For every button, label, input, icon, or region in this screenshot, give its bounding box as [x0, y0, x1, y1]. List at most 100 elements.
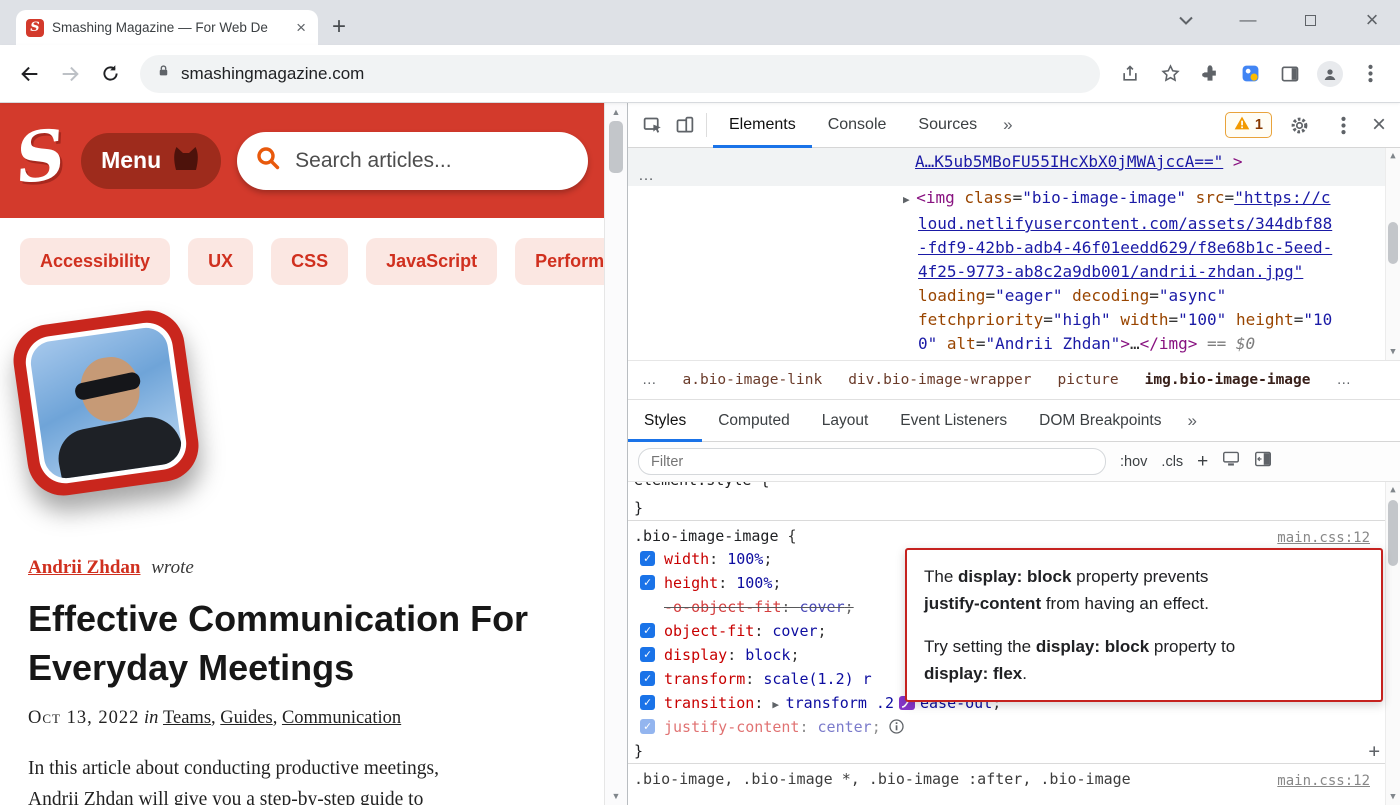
tab-computed[interactable]: Computed — [702, 400, 806, 442]
css-declaration[interactable]: height: 100%; — [664, 574, 781, 592]
add-rule-button[interactable]: + — [1369, 739, 1380, 763]
picture-close-row[interactable]: </picture> — [918, 356, 1400, 360]
property-checkbox[interactable]: ✓ — [640, 719, 655, 734]
share-icon[interactable] — [1112, 56, 1148, 92]
maximize-icon[interactable] — [1298, 8, 1322, 32]
crumb-bio-image-image[interactable]: img.bio-image-image — [1145, 372, 1311, 388]
styles-scrollbar[interactable]: ▲ ▼ — [1385, 482, 1400, 805]
tab-dom-breakpoints[interactable]: DOM Breakpoints — [1023, 400, 1177, 442]
sidebar-dock-icon[interactable] — [1254, 451, 1272, 472]
info-icon[interactable] — [889, 717, 904, 741]
overflow-ellipsis[interactable]: … — [638, 167, 654, 185]
pill-javascript[interactable]: JavaScript — [366, 238, 497, 285]
pill-css[interactable]: CSS — [271, 238, 348, 285]
property-row-justify-content[interactable]: ✓ justify-content: center; — [628, 715, 1400, 739]
lock-icon[interactable] — [156, 62, 171, 85]
menu-button[interactable]: Menu — [81, 133, 221, 189]
elements-scrollbar[interactable]: ▲ ▼ — [1385, 148, 1400, 360]
devtools-close-icon[interactable]: × — [1372, 113, 1386, 137]
tag-link-teams[interactable]: Teams — [163, 708, 211, 728]
crumbs-overflow-right[interactable]: … — [1337, 372, 1352, 388]
property-checkbox[interactable]: ✓ — [640, 551, 655, 566]
url-text[interactable]: smashingmagazine.com — [181, 64, 364, 84]
issues-badge[interactable]: 1 — [1225, 112, 1272, 138]
property-checkbox[interactable]: ✓ — [640, 647, 655, 662]
pill-ux[interactable]: UX — [188, 238, 253, 285]
styles-scrollbar-thumb[interactable] — [1388, 500, 1398, 566]
tab-layout[interactable]: Layout — [806, 400, 885, 442]
css-declaration[interactable]: width: 100%; — [664, 550, 772, 568]
stylesheet-link[interactable]: main.css:12 — [1277, 768, 1370, 794]
filter-input[interactable] — [638, 448, 1106, 475]
url-wrap-row[interactable]: -fdf9-42bb-adb4-46f01eedd629/f8e68b1c-5e… — [918, 236, 1400, 260]
site-search-input[interactable]: Search articles... — [237, 132, 588, 190]
css-declaration[interactable]: display: block; — [664, 646, 799, 664]
page-scrollbar-thumb[interactable] — [609, 121, 623, 173]
url-wrap-row[interactable]: 4f25-9773-ab8c2a9db001/andrii-zhdan.jpg" — [918, 260, 1400, 284]
scroll-up-icon[interactable]: ▲ — [1386, 151, 1400, 161]
img-close-row[interactable]: 0" alt="Andrii Zhdan">…</img> == $0 — [918, 332, 1400, 356]
crumb-picture[interactable]: picture — [1058, 372, 1119, 388]
back-icon[interactable] — [12, 56, 48, 92]
attr-row[interactable]: fetchpriority="high" width="100" height=… — [918, 308, 1400, 332]
url-wrap-row[interactable]: loud.netlifyusercontent.com/assets/344db… — [918, 212, 1400, 236]
extension-icon[interactable] — [1232, 56, 1268, 92]
css-declaration-inactive[interactable]: justify-content: center; — [664, 718, 881, 736]
hover-state-toggle[interactable]: :hov — [1120, 454, 1147, 470]
author-photo-link[interactable] — [9, 306, 203, 500]
address-bar[interactable]: smashingmagazine.com — [140, 55, 1100, 93]
tag-link-communication[interactable]: Communication — [282, 708, 401, 728]
property-checkbox[interactable]: ✓ — [640, 575, 655, 590]
bookmark-star-icon[interactable] — [1152, 56, 1188, 92]
css-declaration[interactable]: transition: ▶ transform .2 — [664, 694, 894, 712]
pill-accessibility[interactable]: Accessibility — [20, 238, 170, 285]
srcset-url-link[interactable]: A…K5ub5MBoFU55IHcXbX0jMWAjccA==" > — [915, 152, 1243, 171]
tab-elements[interactable]: Elements — [713, 103, 812, 148]
crumb-bio-image-link[interactable]: a.bio-image-link — [683, 372, 823, 388]
css-declaration[interactable]: object-fit: cover; — [664, 622, 827, 640]
window-close-icon[interactable]: × — [1360, 8, 1384, 32]
forward-icon[interactable] — [52, 56, 88, 92]
scroll-down-icon[interactable]: ▼ — [1386, 347, 1400, 357]
scroll-down-icon[interactable]: ▼ — [605, 791, 627, 801]
tab-search-chevron-icon[interactable] — [1174, 8, 1198, 32]
minimize-icon[interactable]: — — [1236, 8, 1260, 32]
profile-avatar[interactable] — [1312, 56, 1348, 92]
rendering-emulation-icon[interactable] — [1222, 451, 1240, 472]
class-toggle[interactable]: .cls — [1161, 454, 1183, 470]
smashing-logo[interactable]: S — [12, 119, 70, 193]
scroll-up-icon[interactable]: ▲ — [605, 107, 627, 117]
css-declaration[interactable]: transform: scale(1.2) r — [664, 670, 872, 688]
settings-gear-icon[interactable] — [1284, 109, 1316, 141]
inspect-icon[interactable] — [636, 109, 668, 141]
browser-kebab-icon[interactable] — [1352, 56, 1388, 92]
tab-event-listeners[interactable]: Event Listeners — [884, 400, 1023, 442]
property-checkbox[interactable]: ✓ — [640, 671, 655, 686]
reload-icon[interactable] — [92, 56, 128, 92]
crumb-bio-image-wrapper[interactable]: div.bio-image-wrapper — [848, 372, 1031, 388]
elements-scrollbar-thumb[interactable] — [1388, 222, 1398, 264]
tab-styles[interactable]: Styles — [628, 400, 702, 442]
browser-tab[interactable]: S Smashing Magazine — For Web De × — [16, 10, 318, 45]
tab-close-icon[interactable]: × — [294, 19, 308, 36]
extensions-puzzle-icon[interactable] — [1192, 56, 1228, 92]
property-checkbox[interactable]: ✓ — [640, 695, 655, 710]
rule-header-clipped[interactable]: .bio-image, .bio-image *, .bio-image :af… — [628, 764, 1400, 790]
img-node-row[interactable]: ▶ <img class="bio-image-image" src="http… — [918, 186, 1400, 212]
attr-row[interactable]: loading="eager" decoding="async" — [918, 284, 1400, 308]
new-style-rule-button[interactable]: + — [1197, 451, 1208, 473]
property-checkbox[interactable]: ✓ — [640, 623, 655, 638]
more-sidebar-tabs-icon[interactable]: » — [1177, 411, 1206, 431]
device-toolbar-icon[interactable] — [668, 109, 700, 141]
crumbs-overflow-left[interactable]: … — [642, 372, 657, 388]
new-tab-button[interactable]: + — [332, 15, 346, 39]
more-tabs-icon[interactable]: » — [993, 115, 1022, 135]
selected-node-band[interactable]: A…K5ub5MBoFU55IHcXbX0jMWAjccA==" > … — [628, 148, 1400, 186]
page-scrollbar[interactable]: ▲ ▼ — [604, 103, 627, 805]
tag-link-guides[interactable]: Guides — [220, 708, 272, 728]
author-link[interactable]: Andrii Zhdan — [28, 557, 140, 578]
rule-selector[interactable]: .bio-image-image — [634, 527, 779, 545]
devtools-kebab-icon[interactable] — [1328, 109, 1360, 141]
rule-selector[interactable]: .bio-image, .bio-image *, .bio-image :af… — [634, 770, 1131, 788]
scroll-down-icon[interactable]: ▼ — [1386, 792, 1400, 802]
